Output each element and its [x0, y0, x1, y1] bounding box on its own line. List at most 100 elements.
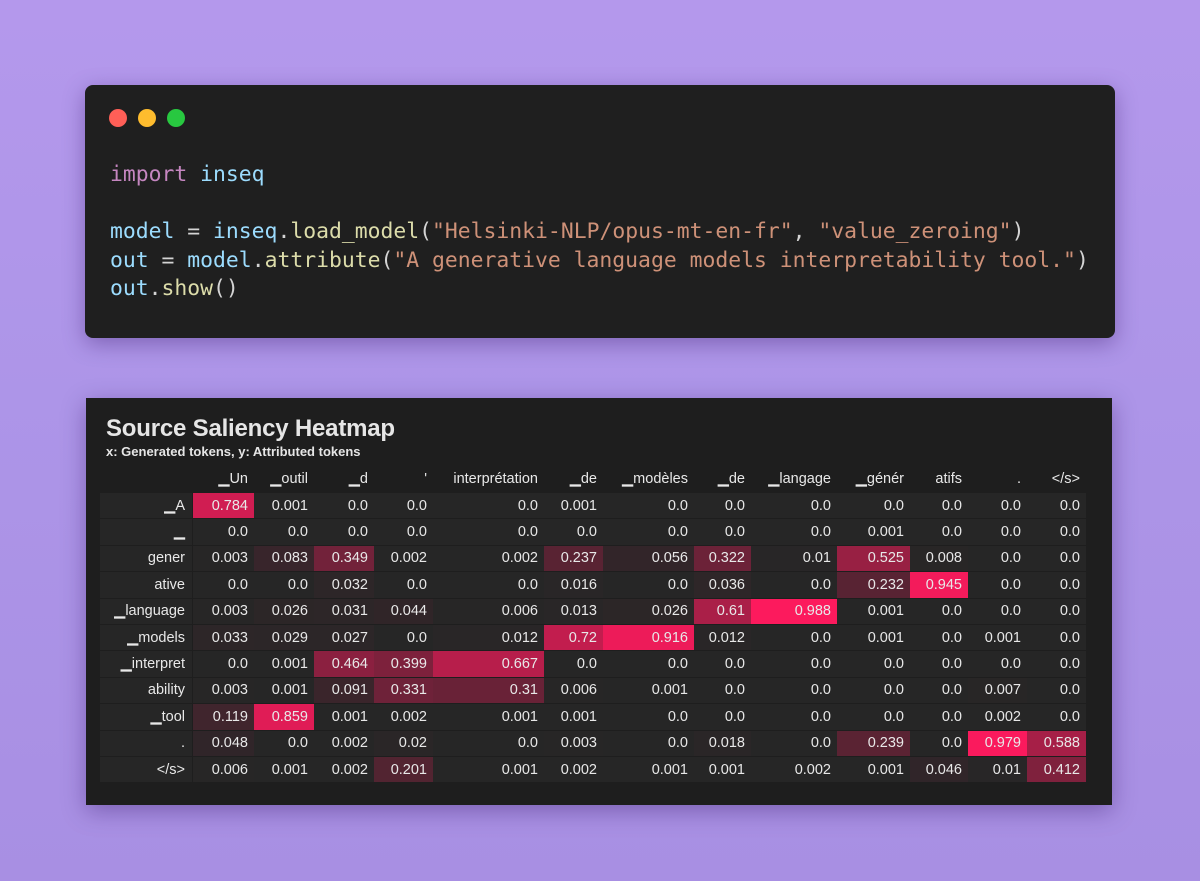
heatmap-cell: 0.0 [603, 651, 694, 677]
code-token: ) [1075, 247, 1089, 273]
heatmap-cell: 0.0 [1027, 493, 1086, 519]
heatmap-cell: 0.001 [433, 757, 544, 783]
heatmap-cell: 0.0 [433, 519, 544, 545]
heatmap-cell: 0.044 [374, 598, 433, 624]
heatmap-cell: 0.036 [694, 572, 751, 598]
heatmap-cell: 0.0 [254, 730, 314, 756]
heatmap-cell: 0.0 [193, 519, 254, 545]
heatmap-cell: 0.0 [1027, 651, 1086, 677]
heatmap-cell: 0.0 [603, 493, 694, 519]
column-header: ▁Un [218, 471, 248, 487]
heatmap-cell: 0.0 [968, 493, 1027, 519]
heatmap-cell: 0.031 [314, 598, 374, 624]
heatmap-cell: 0.0 [314, 519, 374, 545]
heatmap-cell: 0.0 [910, 598, 968, 624]
heatmap-cell: 0.006 [193, 757, 254, 783]
heatmap-cell: 0.0 [374, 519, 433, 545]
heatmap-cell: 0.0 [193, 572, 254, 598]
heatmap-cell: 0.026 [603, 598, 694, 624]
code-token: out [110, 247, 149, 273]
heatmap-cell: 0.001 [254, 493, 314, 519]
heatmap-cell: 0.01 [968, 757, 1027, 783]
close-button[interactable] [109, 109, 127, 127]
code-block[interactable]: import inseq model = inseq.load_model("He… [110, 161, 1089, 304]
minimize-button[interactable] [138, 109, 156, 127]
column-header: interprétation [453, 471, 538, 487]
heatmap-cell: 0.001 [968, 625, 1027, 651]
row-label: ▁A [100, 493, 192, 519]
heatmap-cell: 0.0 [1027, 572, 1086, 598]
heatmap-cell: 0.859 [254, 704, 314, 730]
heatmap-cell: 0.0 [603, 730, 694, 756]
heatmap-cell: 0.001 [254, 757, 314, 783]
code-token: attribute [264, 247, 381, 273]
heatmap-cell: 0.008 [910, 545, 968, 572]
heatmap-cell: 0.016 [544, 572, 603, 598]
column-header: ▁de [569, 471, 597, 487]
heatmap-cell: 0.916 [603, 625, 694, 651]
heatmap-cell: 0.002 [433, 545, 544, 572]
code-token: import [110, 162, 188, 187]
heatmap-cell: 0.056 [603, 545, 694, 572]
heatmap-title: Source Saliency Heatmap [106, 415, 395, 442]
heatmap-cell: 0.349 [314, 545, 374, 572]
heatmap-cell: 0.0 [374, 493, 433, 519]
heatmap-cell: 0.0 [910, 625, 968, 651]
heatmap-cell: 0.001 [837, 757, 910, 783]
heatmap-cell: 0.322 [694, 545, 751, 572]
code-token: show [161, 276, 214, 301]
heatmap-cell: 0.0 [1027, 519, 1086, 545]
heatmap-cell: 0.001 [544, 493, 603, 519]
heatmap-cell: 0.331 [374, 677, 433, 704]
heatmap-cell: 0.001 [603, 677, 694, 704]
heatmap-cell: 0.048 [193, 730, 254, 756]
heatmap-cell: 0.0 [694, 677, 751, 704]
heatmap-cell: 0.201 [374, 757, 433, 783]
heatmap-cell: 0.0 [433, 493, 544, 519]
heatmap-cell: 0.0 [837, 493, 910, 519]
heatmap-cell: 0.003 [193, 545, 254, 572]
heatmap-cell: 0.001 [314, 704, 374, 730]
heatmap-cell: 0.0 [314, 493, 374, 519]
heatmap-cell: 0.0 [193, 651, 254, 677]
heatmap-cell: 0.588 [1027, 730, 1086, 756]
heatmap-cell: 0.412 [1027, 757, 1086, 783]
code-token: () [213, 276, 239, 301]
code-token: = [174, 219, 214, 244]
heatmap-cell: 0.0 [910, 704, 968, 730]
heatmap-cell: 0.0 [603, 704, 694, 730]
row-label: ▁models [100, 625, 192, 651]
code-token: , [792, 219, 819, 244]
heatmap-subtitle: x: Generated tokens, y: Attributed token… [106, 444, 361, 459]
heatmap-cell: 0.029 [254, 625, 314, 651]
zoom-button[interactable] [167, 109, 185, 127]
heatmap-cell: 0.0 [968, 598, 1027, 624]
code-token: ( [419, 219, 433, 244]
code-token: inseq [213, 219, 278, 244]
heatmap-cell: 0.091 [314, 677, 374, 704]
heatmap-cell: 0.012 [433, 625, 544, 651]
code-token: ( [380, 247, 394, 273]
heatmap-cell: 0.003 [544, 730, 603, 756]
heatmap-cell: 0.083 [254, 545, 314, 572]
row-label: . [100, 730, 192, 756]
column-header: atifs [935, 471, 962, 487]
heatmap-cell: 0.003 [193, 677, 254, 704]
heatmap-cell: 0.01 [751, 545, 837, 572]
heatmap-cell: 0.464 [314, 651, 374, 677]
heatmap-cell: 0.0 [751, 493, 837, 519]
code-token: load_model [290, 219, 420, 244]
heatmap-cell: 0.013 [544, 598, 603, 624]
heatmap-cell: 0.001 [254, 677, 314, 704]
heatmap-cell: 0.0 [1027, 677, 1086, 704]
heatmap-cell: 0.0 [254, 572, 314, 598]
heatmap-cell: 0.006 [433, 598, 544, 624]
heatmap-cell: 0.0 [837, 704, 910, 730]
heatmap-cell: 0.026 [254, 598, 314, 624]
heatmap-cell: 0.001 [254, 651, 314, 677]
heatmap-cell: 0.012 [694, 625, 751, 651]
heatmap-cell: 0.002 [374, 545, 433, 572]
column-header: ▁modèles [622, 471, 688, 487]
heatmap-cell: 0.0 [837, 651, 910, 677]
